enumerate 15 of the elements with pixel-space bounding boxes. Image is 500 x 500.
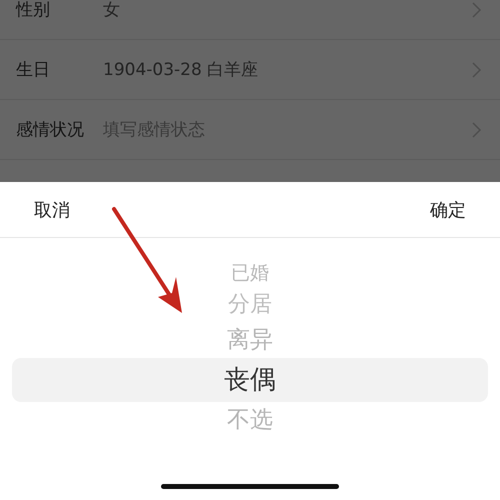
chevron-right-icon[interactable]: [472, 62, 482, 78]
picker-option[interactable]: 不选: [227, 408, 273, 432]
confirm-button[interactable]: 确定: [396, 190, 500, 230]
row-value: 1904-03-28 白羊座: [103, 59, 260, 81]
row-label: 感情状况: [16, 119, 85, 141]
row-label: 生日: [16, 59, 51, 81]
row-value: 女: [103, 0, 121, 21]
row-label: 性别: [16, 0, 51, 21]
picker-option[interactable]: 分居: [228, 294, 272, 316]
chevron-right-icon[interactable]: [472, 2, 482, 18]
chevron-right-icon[interactable]: [472, 122, 482, 138]
picker-option[interactable]: 已婚: [231, 264, 269, 282]
picker-option[interactable]: 丧偶: [12, 358, 488, 402]
picker-option[interactable]: 离异: [227, 328, 273, 352]
cancel-button[interactable]: 取消: [0, 190, 104, 230]
